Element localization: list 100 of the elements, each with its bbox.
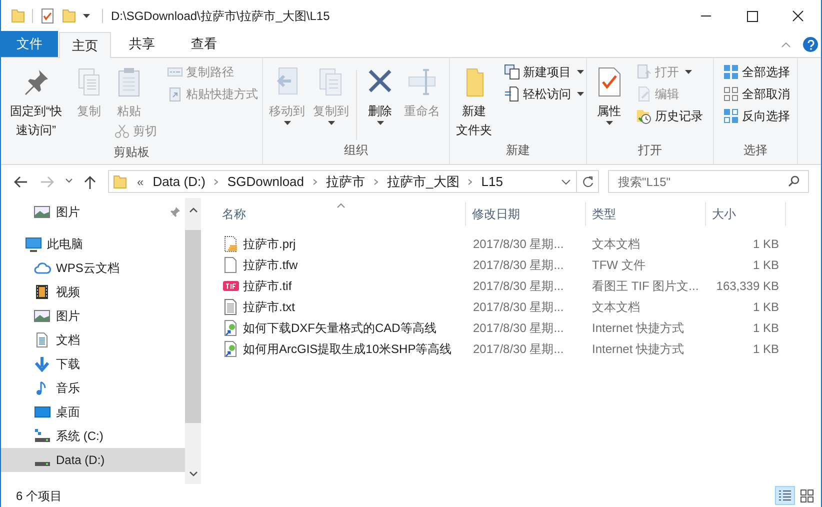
file-name: 拉萨市.tif — [243, 278, 292, 294]
nav-item[interactable]: 图片 — [1, 304, 185, 328]
file-row[interactable]: 拉萨市.txt 2017/8/30 星期... 文本文档 1 KB — [216, 296, 821, 317]
breadcrumb-separator-icon — [214, 178, 218, 184]
ribbon-button[interactable]: 新建文件夹 — [453, 58, 496, 140]
table-cell-text: 2017/8/30 星期... — [472, 278, 565, 294]
document-arrow-icon — [504, 86, 520, 102]
breadcrumb[interactable]: L15 — [478, 172, 506, 192]
nav-item[interactable]: 音乐 — [1, 376, 185, 400]
caret-icon — [83, 14, 90, 18]
table-cell-text: 1 KB — [752, 320, 780, 336]
table-cell-text: 1 KB — [752, 340, 780, 358]
file-icon — [223, 256, 239, 272]
text-file-icon — [223, 298, 239, 314]
file-row[interactable]: 如何用ArcGIS提取生成10米SHP等高线 2017/8/30 星期... Internet 快捷方式 1 KB — [216, 338, 821, 359]
search-field[interactable]: 搜索"L15" — [608, 170, 809, 193]
table-cell-text: Internet 快捷方式 — [591, 340, 686, 358]
column-header[interactable]: 修改日期 — [466, 202, 586, 226]
computer-icon — [25, 236, 42, 252]
download-arrow-icon — [34, 356, 51, 372]
file-name: 如何下载DXF矢量格式的CAD等高线 — [243, 320, 436, 336]
nav-item[interactable]: 系统 (C:) — [1, 424, 185, 448]
table-cell-text: 看图王 TIF 图片文... — [591, 278, 700, 294]
group-label: 打开 — [637, 142, 663, 159]
scrollbar[interactable] — [185, 198, 201, 484]
refresh-icon — [582, 176, 594, 188]
nav-item[interactable]: 视频 — [1, 280, 185, 304]
shortcut-icon — [223, 320, 239, 336]
nav-item[interactable]: 图片 — [1, 200, 185, 224]
up-arrow-icon — [83, 174, 97, 188]
back-arrow-icon — [13, 174, 29, 188]
drive-icon — [34, 428, 51, 444]
folder-icon — [112, 174, 128, 190]
scrollbar-thumb[interactable] — [185, 230, 201, 423]
ribbon-tab[interactable]: 文件 — [1, 31, 58, 57]
rename-icon — [406, 66, 438, 98]
breadcrumb-separator-icon — [374, 178, 378, 184]
column-header[interactable]: 名称 — [216, 202, 466, 226]
table-cell-text: 文本文档 — [591, 236, 641, 252]
paste-shortcut-icon — [167, 86, 183, 102]
close-icon — [791, 10, 805, 22]
file-name: 如何用ArcGIS提取生成10米SHP等高线 — [243, 340, 452, 358]
select-none-icon — [723, 86, 739, 102]
ribbon-button[interactable]: 新建项目 — [502, 61, 586, 83]
table-cell-text: 1 KB — [752, 298, 780, 316]
search-icon — [788, 175, 800, 187]
file-row[interactable]: 如何下载DXF矢量格式的CAD等高线 2017/8/30 星期... Internet 快捷方式 1 KB — [216, 317, 821, 338]
breadcrumb-separator-icon — [468, 178, 472, 184]
ribbon-button[interactable]: 历史记录 — [634, 105, 705, 127]
ribbon-tab[interactable]: 查看 — [173, 31, 235, 57]
column-header[interactable]: 类型 — [586, 202, 706, 226]
drive-icon — [35, 462, 50, 466]
ribbon-button[interactable]: 全部取消 — [721, 83, 792, 105]
table-cell-text: 2017/8/30 星期... — [472, 256, 565, 274]
overflow-chevron[interactable]: « — [137, 172, 144, 190]
status-text: 6 个项目 — [16, 488, 62, 504]
nav-item[interactable]: 桌面 — [1, 400, 185, 424]
file-icon — [223, 236, 239, 252]
film-icon — [34, 284, 51, 300]
file-row[interactable]: 拉萨市.tfw 2017/8/30 星期... TFW 文件 1 KB — [216, 254, 821, 275]
column-header[interactable]: 大小 — [706, 202, 786, 226]
file-row[interactable]: 拉萨市.prj 2017/8/30 星期... 文本文档 1 KB — [216, 233, 821, 254]
table-cell-text: 1 KB — [752, 236, 780, 252]
breadcrumb[interactable]: 拉萨市_大图 — [384, 172, 462, 192]
chevron-down-icon — [561, 178, 571, 184]
nav-item[interactable]: WPS云文档 — [1, 256, 185, 280]
ribbon-tab[interactable]: 共享 — [111, 31, 173, 57]
large-icons-view-icon — [799, 488, 815, 504]
breadcrumb[interactable]: Data (D:) — [150, 172, 208, 192]
breadcrumb-separator-icon — [313, 178, 318, 184]
history-icon — [636, 108, 652, 124]
collapse-ribbon-icon — [781, 42, 791, 48]
help-button[interactable] — [803, 37, 818, 52]
ribbon-button[interactable]: 属性 — [590, 58, 628, 125]
nav-item[interactable]: Data (D:) — [1, 448, 185, 472]
group-label: 选择 — [742, 142, 768, 159]
table-cell-text: 文本文档 — [591, 298, 641, 316]
ribbon-button[interactable]: 删除 — [361, 58, 399, 125]
file-name: 拉萨市.tfw — [243, 256, 298, 274]
ribbon-button[interactable]: 反向选择 — [721, 105, 792, 127]
address-bar[interactable]: « Data (D:) SGDownload 拉萨市 拉萨市_大图 L15 — [108, 170, 599, 193]
view-toggle-button[interactable] — [775, 486, 795, 505]
desktop-icon — [34, 404, 51, 420]
new-item-icon — [504, 64, 520, 80]
invert-selection-icon — [723, 108, 739, 124]
file-name: 拉萨市.txt — [243, 298, 296, 316]
nav-item[interactable]: 下载 — [1, 352, 185, 376]
window-title: D:\SGDownload\拉萨市\拉萨市_大图\L15 — [111, 8, 330, 24]
group-label: 剪贴板 — [112, 144, 150, 161]
ribbon-button[interactable]: 轻松访问 — [502, 83, 586, 105]
breadcrumb[interactable]: 拉萨市 — [323, 172, 368, 192]
picture-icon — [34, 204, 51, 220]
ribbon-tab[interactable]: 主页 — [59, 32, 111, 58]
nav-item[interactable]: 文档 — [1, 328, 185, 352]
folder-icon — [61, 8, 77, 24]
ribbon-button[interactable]: 全部选择 — [721, 61, 792, 83]
breadcrumb[interactable]: SGDownload — [224, 172, 308, 192]
ribbon-button[interactable]: 固定到“快速访问” — [4, 58, 68, 140]
file-row[interactable]: 拉萨市.tif 2017/8/30 星期... 看图王 TIF 图片文... 163,339 KB — [216, 275, 821, 296]
nav-item[interactable]: 此电脑 — [1, 232, 185, 256]
